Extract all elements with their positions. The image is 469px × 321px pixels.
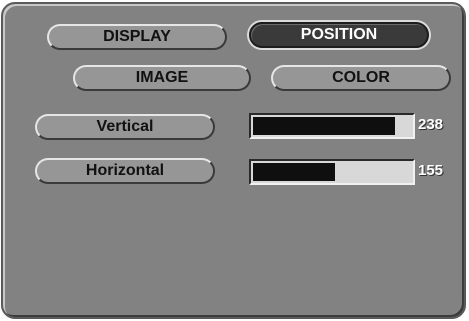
tab-position[interactable]: POSITION bbox=[249, 22, 429, 48]
vertical-level-fill bbox=[253, 117, 395, 135]
tab-color[interactable]: COLOR bbox=[271, 65, 451, 91]
horizontal-setting-button[interactable]: Horizontal bbox=[35, 158, 215, 184]
vertical-value: 238 bbox=[418, 116, 444, 133]
horizontal-level-bar[interactable] bbox=[249, 159, 415, 185]
vertical-level-bar[interactable] bbox=[249, 113, 415, 139]
vertical-setting-button[interactable]: Vertical bbox=[35, 114, 215, 140]
horizontal-level-fill bbox=[253, 163, 335, 181]
tab-image[interactable]: IMAGE bbox=[73, 65, 251, 91]
osd-menu-panel: DISPLAY POSITION IMAGE COLOR Vertical 23… bbox=[1, 2, 466, 319]
tab-display[interactable]: DISPLAY bbox=[47, 24, 227, 50]
horizontal-value: 155 bbox=[418, 162, 444, 179]
